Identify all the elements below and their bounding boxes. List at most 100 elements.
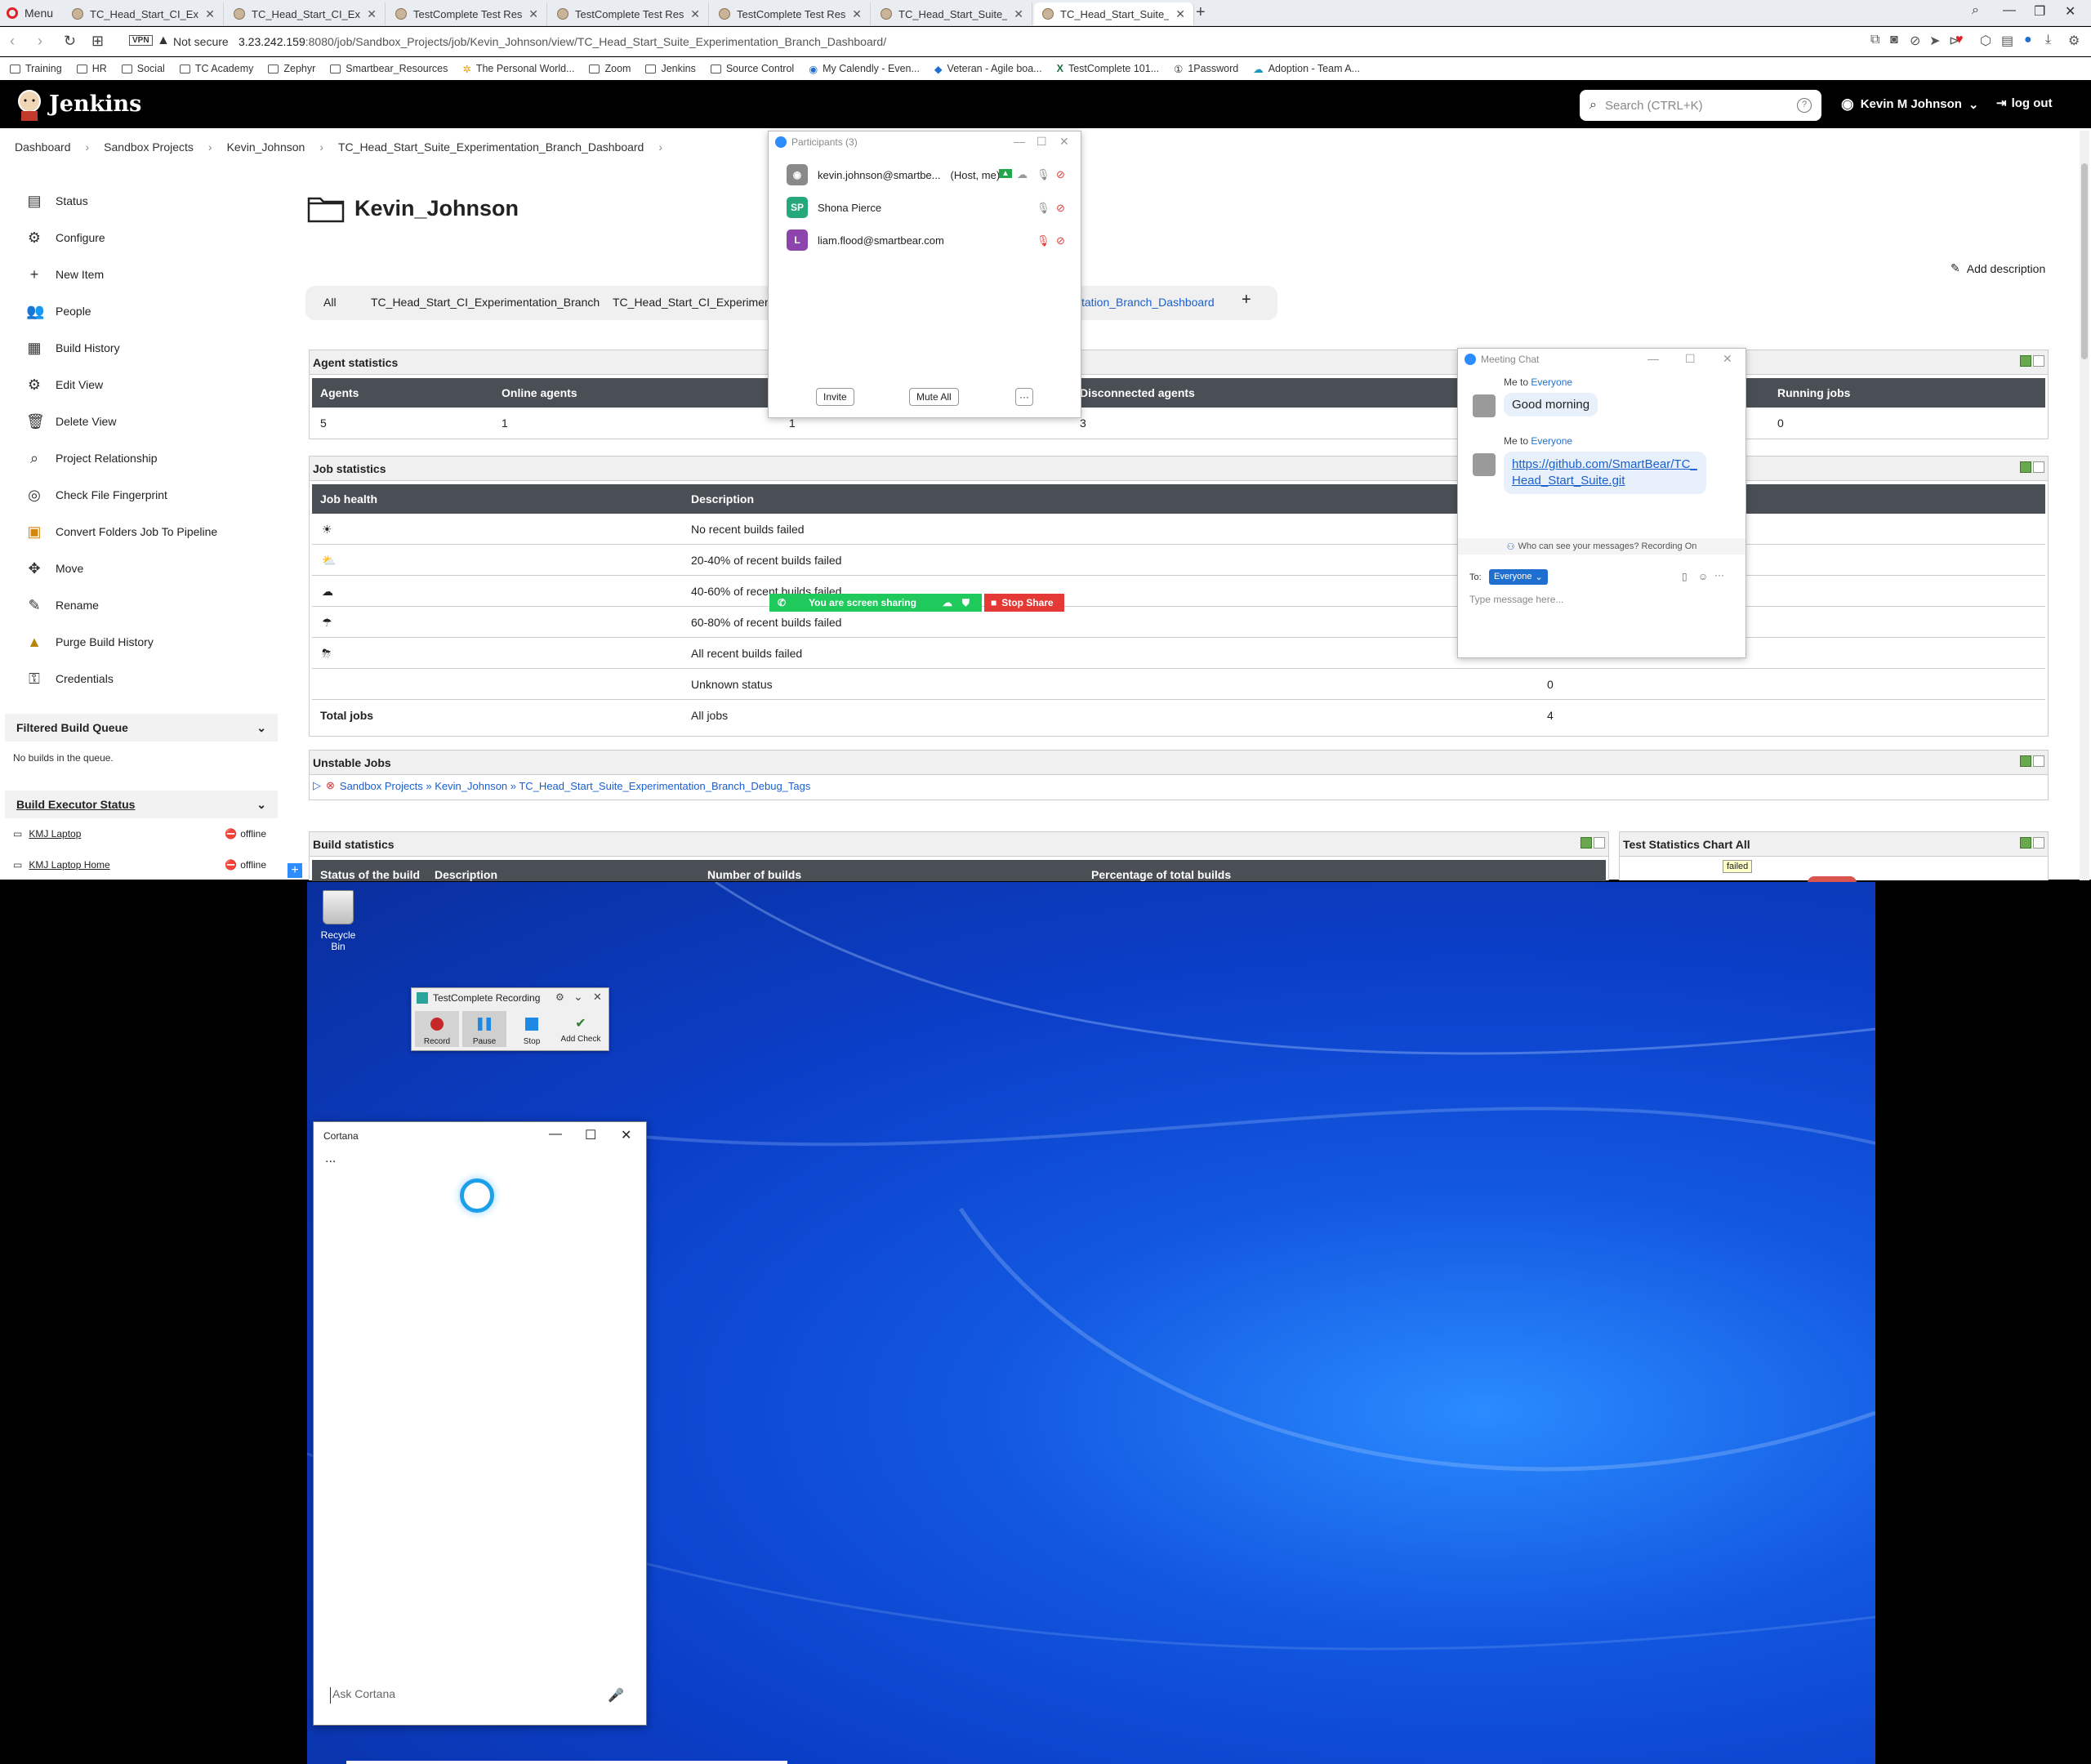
sidebar-item-move[interactable]: ✥ Move xyxy=(26,560,83,577)
more-options-button[interactable]: ··· xyxy=(1015,388,1033,406)
ask-cortana-input[interactable]: Ask Cortana 🎤 xyxy=(330,1687,624,1704)
sidebar-item-credentials[interactable]: ⚿ Credentials xyxy=(26,670,114,687)
minimize-button[interactable]: — xyxy=(2003,3,2016,18)
sidebar-item-status[interactable]: ▤ Status xyxy=(26,193,87,209)
settings-icon[interactable]: ⚙ xyxy=(2068,33,2080,49)
cube-icon[interactable]: ⬡ xyxy=(1980,33,1991,49)
close-window-button[interactable]: ✕ xyxy=(2065,3,2075,20)
recipient-dropdown[interactable]: Everyone ⌄ xyxy=(1489,569,1548,585)
sidebar-item-convert-folders[interactable]: ▣ Convert Folders Job To Pipeline xyxy=(26,523,217,540)
browser-tab[interactable]: TestComplete Test Results | ✕ xyxy=(549,2,709,25)
sidebar-item-new-item[interactable]: + New Item xyxy=(26,266,104,283)
tab-experimentation-dashboard[interactable]: tation_Branch_Dashboard xyxy=(1081,296,1215,309)
invite-button[interactable]: Invite xyxy=(816,388,854,406)
new-tab-button[interactable]: + xyxy=(1196,3,1206,22)
panel-toggle-icon[interactable] xyxy=(2020,355,2044,368)
tab-ci-experimentation[interactable]: TC_Head_Start_CI_Experimentati xyxy=(613,296,768,309)
chat-link[interactable]: https://github.com/SmartBear/TC_Head_Sta… xyxy=(1512,457,1697,488)
executor-node-link[interactable]: KMJ Laptop Home xyxy=(29,859,109,871)
bookmark-folder[interactable]: TC Academy xyxy=(179,63,253,74)
help-icon[interactable]: ? xyxy=(1797,98,1812,113)
participant-row[interactable]: L liam.flood@smartbear.com xyxy=(787,229,944,251)
breadcrumb-item[interactable]: Sandbox Projects xyxy=(104,140,194,154)
heart-icon[interactable]: ♥ xyxy=(1955,33,1964,47)
chat-recipient[interactable]: Everyone xyxy=(1531,435,1572,447)
microphone-icon[interactable]: 🎤 xyxy=(608,1687,624,1704)
screen-sharing-bar[interactable]: ✆ You are screen sharing ☁ ⛊ xyxy=(769,594,982,612)
tab-all[interactable]: All xyxy=(323,296,337,309)
record-button[interactable]: Record xyxy=(415,1011,459,1047)
participant-row[interactable]: SP Shona Pierce xyxy=(787,197,881,218)
bookmark-link[interactable]: X TestComplete 101... xyxy=(1057,63,1160,74)
sidebar-item-edit-view[interactable]: ⚙ Edit View xyxy=(26,376,103,393)
jenkins-title[interactable]: Jenkins xyxy=(49,91,141,117)
tab-ci-experimentation-branch[interactable]: TC_Head_Start_CI_Experimentation_Branch xyxy=(371,296,600,309)
zoom-float-plus-icon[interactable]: + xyxy=(288,863,302,878)
more-options-icon[interactable]: ... xyxy=(325,1152,336,1166)
minimize-button[interactable]: — xyxy=(549,1127,562,1142)
close-icon[interactable]: ✕ xyxy=(528,7,538,21)
executor-status-header[interactable]: Build Executor Status ⌄ xyxy=(5,791,278,818)
send-icon[interactable]: ➤ xyxy=(1929,33,1940,49)
bookmark-link[interactable]: ① 1Password xyxy=(1174,63,1238,75)
close-button[interactable]: ✕ xyxy=(1723,352,1732,366)
chat-input[interactable]: Type message here... xyxy=(1469,594,1563,605)
participant-row[interactable]: ◉ kevin.johnson@smartbe... (Host, me) xyxy=(787,164,1000,185)
microphone-muted-icon[interactable]: 🎙 xyxy=(1037,234,1050,247)
profile-icon[interactable]: ● xyxy=(2024,33,2032,47)
close-button[interactable]: ✕ xyxy=(621,1127,631,1143)
user-menu[interactable]: ◉ Kevin M Johnson ⌄ xyxy=(1841,96,1978,113)
panel-toggle-icon[interactable] xyxy=(2020,755,2044,768)
close-icon[interactable]: ✕ xyxy=(205,7,215,21)
microphone-icon[interactable]: 🎙 xyxy=(1037,202,1050,215)
tabs-grid-icon[interactable]: ⊞ xyxy=(91,33,104,50)
close-icon[interactable]: ✕ xyxy=(1175,7,1185,21)
bookmark-folder[interactable]: Zephyr xyxy=(268,63,315,74)
browser-tab-active[interactable]: TC_Head_Start_Suite_Exper ✕ xyxy=(1034,2,1194,25)
bookmark-folder[interactable]: Social xyxy=(121,63,165,74)
browser-menu-button[interactable]: Menu xyxy=(7,5,53,21)
sidebar-item-delete-view[interactable]: 🗑 Delete View xyxy=(26,413,116,430)
close-icon[interactable]: ✕ xyxy=(852,7,862,21)
sidebar-item-rename[interactable]: ✎ Rename xyxy=(26,597,98,613)
chat-recipient[interactable]: Everyone xyxy=(1531,376,1572,388)
pip-icon[interactable]: ⧉ xyxy=(1870,33,1879,47)
expand-icon[interactable]: ▷ xyxy=(313,779,321,792)
more-icon[interactable]: ··· xyxy=(1714,569,1724,581)
forward-icon[interactable]: › xyxy=(38,33,42,50)
sidebar-item-purge-build-history[interactable]: ▲ Purge Build History xyxy=(26,634,154,650)
close-icon[interactable]: ✕ xyxy=(367,7,377,21)
bookmark-folder[interactable]: Zoom xyxy=(589,63,631,74)
panel-toggle-icon[interactable] xyxy=(2020,461,2044,474)
executor-status-title[interactable]: Build Executor Status xyxy=(16,798,135,811)
jenkins-logo-icon[interactable] xyxy=(15,88,44,122)
bookmark-link[interactable]: ◉ My Calendly - Even... xyxy=(809,63,920,75)
pause-button[interactable]: Pause xyxy=(462,1011,506,1047)
page-scrollbar[interactable] xyxy=(2080,131,2089,880)
close-button[interactable]: ✕ xyxy=(1059,135,1069,149)
bookmark-link[interactable]: ✲ The Personal World... xyxy=(462,63,574,75)
microphone-icon[interactable]: 🎙 xyxy=(1037,168,1050,181)
mute-all-button[interactable]: Mute All xyxy=(909,388,959,406)
chat-visibility-note[interactable]: ⚇ Who can see your messages? Recording On xyxy=(1458,538,1745,555)
chevron-down-icon[interactable]: ⌄ xyxy=(256,721,266,735)
build-queue-header[interactable]: Filtered Build Queue ⌄ xyxy=(5,714,278,742)
chevron-down-icon[interactable]: ⌄ xyxy=(256,798,266,812)
vpn-badge[interactable]: VPN xyxy=(129,35,153,46)
bookmark-folder[interactable]: Source Control xyxy=(710,63,794,74)
minimize-button[interactable]: — xyxy=(1647,352,1659,365)
scrollbar-thumb[interactable] xyxy=(2081,163,2088,359)
sidebar-item-configure[interactable]: ⚙ Configure xyxy=(26,229,105,246)
reload-icon[interactable]: ↻ xyxy=(64,33,76,50)
browser-tab[interactable]: TC_Head_Start_CI_Experime ✕ xyxy=(64,2,224,25)
chevron-down-icon[interactable]: ⌄ xyxy=(573,990,583,1004)
executor-node-link[interactable]: KMJ Laptop xyxy=(29,828,81,840)
close-icon[interactable]: ✕ xyxy=(1014,7,1023,21)
video-off-icon[interactable]: ⊘ xyxy=(1056,168,1065,181)
browser-tab[interactable]: TestComplete Test Result | ✕ xyxy=(711,2,871,25)
close-icon[interactable]: ✕ xyxy=(690,7,700,21)
bookmark-folder[interactable]: Smartbear_Resources xyxy=(330,63,448,74)
add-view-button[interactable]: + xyxy=(1242,291,1251,310)
recycle-bin-shortcut[interactable]: Recycle Bin xyxy=(314,890,363,952)
sidebar-item-people[interactable]: 👥 People xyxy=(26,303,91,319)
